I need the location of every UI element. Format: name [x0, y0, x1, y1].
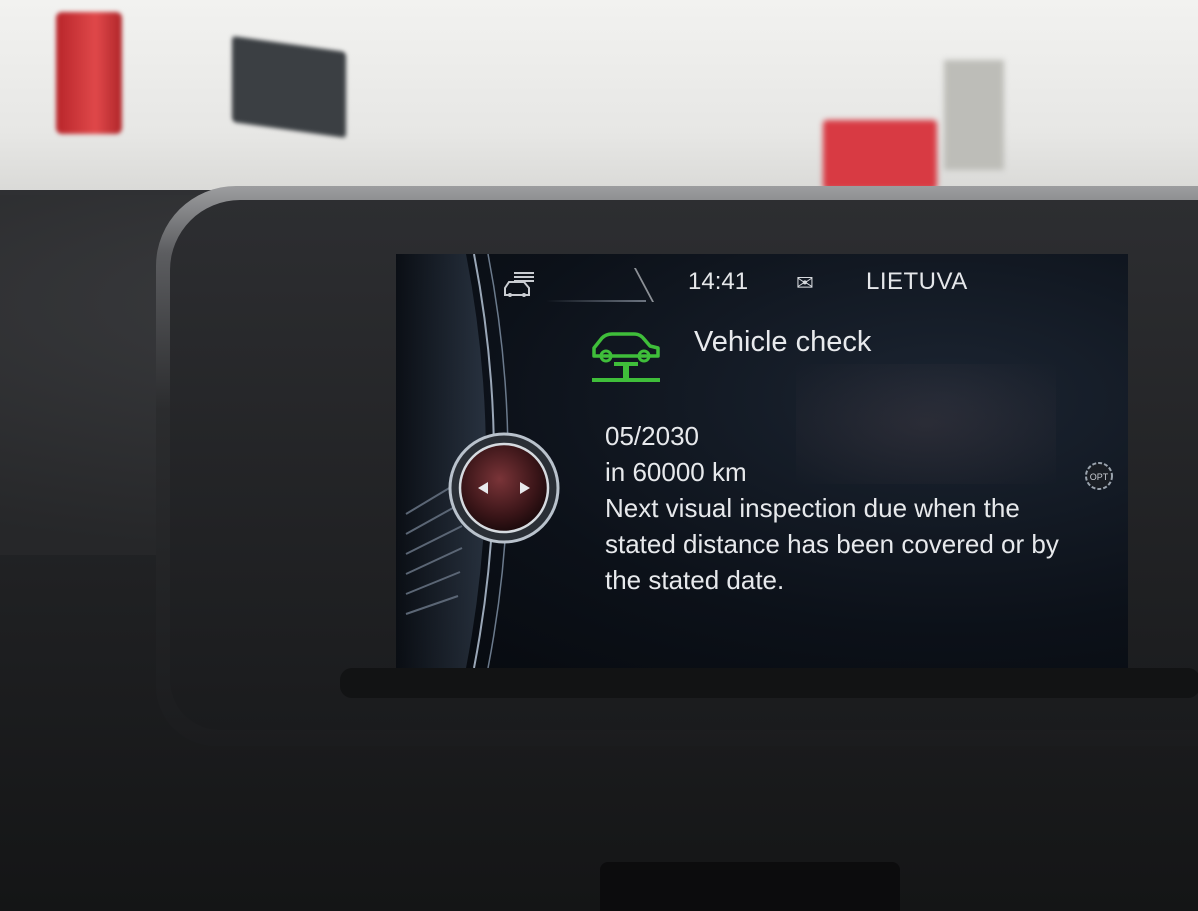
air-vent: [600, 862, 900, 911]
due-distance: in 60000 km: [605, 457, 747, 487]
status-bar: 14:41 ✉ LIETUVA: [396, 254, 1128, 302]
region-label: LIETUVA: [866, 268, 968, 295]
page-title: Vehicle check: [694, 326, 872, 358]
option-icon[interactable]: OPT: [1083, 460, 1115, 497]
red-sign: [823, 120, 937, 190]
status-underline: [546, 300, 646, 302]
mail-icon[interactable]: ✉: [796, 271, 814, 296]
status-divider: [633, 268, 655, 302]
vehicle-lift-icon: [588, 328, 666, 389]
car-menu-icon[interactable]: [502, 270, 540, 303]
due-date: 05/2030: [605, 421, 699, 451]
controller-arrows-icon[interactable]: [448, 432, 560, 544]
clock: 14:41: [688, 268, 749, 295]
vehicle-check-details: 05/2030 in 60000 km Next visual inspecti…: [605, 418, 1075, 598]
display-bezel-lip: [340, 668, 1198, 698]
wall-panel: [944, 60, 1004, 170]
option-label: OPT: [1090, 472, 1109, 482]
wall-monitor: [232, 35, 346, 139]
infotainment-screen: 14:41 ✉ LIETUVA Vehicle check 05/2030 in…: [396, 254, 1128, 668]
fire-extinguisher: [56, 12, 122, 134]
inspection-description: Next visual inspection due when the stat…: [605, 493, 1059, 595]
